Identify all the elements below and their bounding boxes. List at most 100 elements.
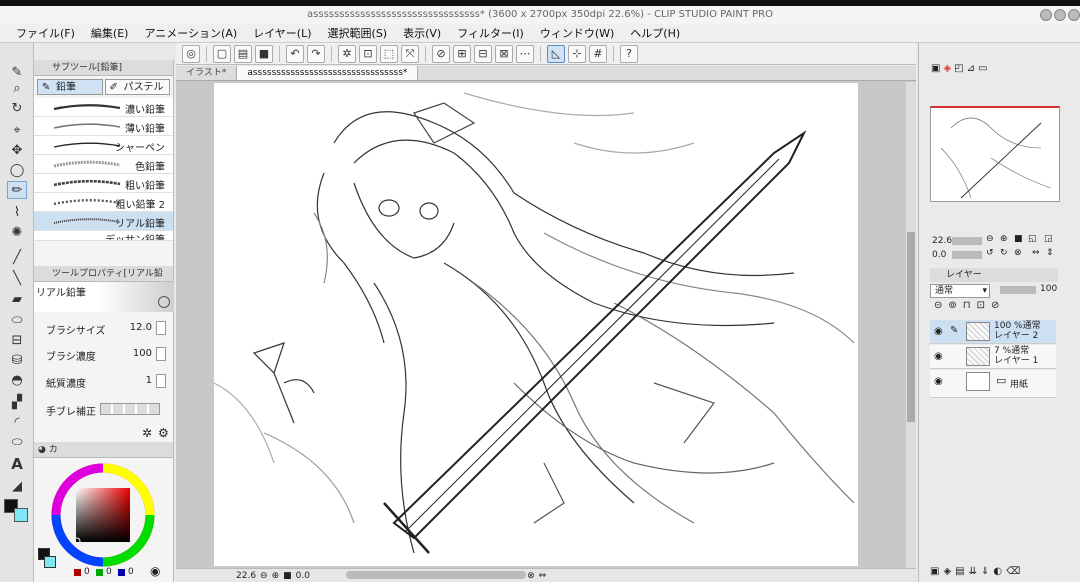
figure-icon[interactable]: ⬭: [7, 433, 27, 451]
zoom-icon[interactable]: ⌕: [7, 79, 27, 97]
menu-layer[interactable]: レイヤー(L): [245, 24, 319, 42]
drawing-canvas[interactable]: [214, 83, 858, 566]
blend-tool-icon[interactable]: ⬭: [7, 311, 27, 329]
clip-studio-icon[interactable]: ◎: [182, 44, 200, 63]
reset-rotation-icon[interactable]: ⊗: [527, 571, 535, 581]
decoration-tool-icon[interactable]: ✺: [7, 223, 27, 241]
selection-border-icon[interactable]: ⊠: [495, 44, 513, 63]
new-folder-icon[interactable]: ▤: [955, 566, 964, 580]
rotate-icon[interactable]: ↻: [7, 99, 27, 117]
opacity-slider[interactable]: [1000, 286, 1036, 294]
undo-icon[interactable]: ↶: [286, 44, 304, 63]
new-vector-layer-icon[interactable]: ◈: [943, 566, 951, 580]
lock-alpha-icon[interactable]: ⊡: [977, 300, 985, 316]
brush-item[interactable]: 薄い鉛筆: [34, 117, 173, 136]
lock-icon[interactable]: ⊓: [963, 300, 971, 316]
fill-icon[interactable]: ⬚: [380, 44, 398, 63]
drops-icon[interactable]: ◓: [7, 371, 27, 389]
save-icon[interactable]: ■: [255, 44, 273, 63]
zoom-in-icon[interactable]: ⊕: [1000, 234, 1008, 244]
stabilization-slider[interactable]: [100, 403, 160, 415]
menu-filter[interactable]: フィルター(I): [449, 24, 532, 42]
color-wheel[interactable]: [50, 462, 156, 568]
palette-icon[interactable]: ◉: [150, 564, 160, 578]
wrench-icon[interactable]: ⚙: [158, 426, 169, 440]
eye-icon[interactable]: ◉: [934, 326, 943, 337]
eye-icon[interactable]: ◉: [934, 376, 943, 387]
mask-icon[interactable]: ◐: [993, 566, 1002, 580]
layer-tab-label[interactable]: レイヤー: [946, 270, 982, 280]
rotate-right-icon[interactable]: ↻: [1000, 248, 1008, 258]
close-button[interactable]: [1068, 9, 1080, 21]
redo-icon[interactable]: ↷: [307, 44, 325, 63]
actual-size-icon[interactable]: ◲: [1044, 234, 1053, 244]
lasso-icon[interactable]: ◯: [7, 161, 27, 179]
crop-icon[interactable]: ⊞: [453, 44, 471, 63]
menu-view[interactable]: 表示(V): [395, 24, 449, 42]
blend-mode-select[interactable]: 通常 ▾: [930, 284, 990, 298]
brush-item[interactable]: 粗い鉛筆 2: [34, 193, 173, 212]
flip-horizontal-icon[interactable]: ⇔: [1032, 248, 1040, 258]
move-icon[interactable]: ✥: [7, 141, 27, 159]
navigator-zoom[interactable]: 22.6: [932, 236, 952, 246]
canvas-vertical-scrollbar[interactable]: [906, 82, 916, 568]
merge-down-icon[interactable]: ⇓: [981, 566, 989, 580]
material-tab-icon[interactable]: ▭: [978, 63, 987, 79]
layer-property-tab-icon[interactable]: ⊿: [967, 63, 975, 79]
brush-item[interactable]: シャーペン: [34, 136, 173, 155]
rotate-left-icon[interactable]: ↺: [986, 248, 994, 258]
rotation-value[interactable]: 0.0: [296, 571, 310, 581]
navigator-tab-active-icon[interactable]: ◈: [943, 63, 951, 79]
brush-size-value[interactable]: 12.0: [130, 322, 152, 333]
transform-icon[interactable]: ⤧: [401, 44, 419, 63]
menu-help[interactable]: ヘルプ(H): [622, 24, 688, 42]
sub-color-swatch[interactable]: [14, 508, 28, 522]
layer-row[interactable]: ◉ ✎ 100 %通常 レイヤー 2: [930, 320, 1056, 344]
text-tool-icon[interactable]: A: [7, 455, 27, 473]
transfer-down-icon[interactable]: ⇊: [969, 566, 977, 580]
open-file-icon[interactable]: ▤: [234, 44, 252, 63]
balloon-tool-icon[interactable]: ◢: [7, 477, 27, 495]
fit-window-icon[interactable]: ◱: [1028, 234, 1037, 244]
help-icon[interactable]: ?: [620, 44, 638, 63]
navigator-tab-icon[interactable]: ▣: [931, 63, 940, 79]
new-raster-layer-icon[interactable]: ▣: [930, 566, 939, 580]
zoom-out-icon[interactable]: ⊖: [986, 234, 994, 244]
trash-icon[interactable]: ⌫: [1006, 566, 1020, 580]
zoom-value[interactable]: 22.6: [236, 571, 256, 581]
reset-rotation-icon[interactable]: ⊗: [1014, 248, 1022, 258]
zoom-out-icon[interactable]: ⊖: [260, 571, 268, 581]
paper-texture-value[interactable]: 1: [146, 375, 152, 386]
settings-icon[interactable]: [158, 296, 170, 308]
deselect-icon[interactable]: ⊘: [432, 44, 450, 63]
eraser-tool-icon[interactable]: ▰: [7, 290, 27, 308]
navigator-zoom-slider[interactable]: [952, 237, 982, 245]
minimize-button[interactable]: [1040, 9, 1052, 21]
sparkle-icon[interactable]: ✲: [142, 426, 152, 440]
snap-grid-icon[interactable]: ⊹: [568, 44, 586, 63]
menu-file[interactable]: ファイル(F): [8, 24, 83, 42]
paper-texture-stepper[interactable]: [156, 374, 166, 388]
brush-item-selected[interactable]: リアル鉛筆: [34, 212, 173, 231]
maximize-button[interactable]: [1054, 9, 1066, 21]
color-tab-label[interactable]: カ: [49, 445, 58, 455]
layer-row[interactable]: ◉ ▭ 用紙: [930, 370, 1056, 398]
new-file-icon[interactable]: ▢: [213, 44, 231, 63]
menu-window[interactable]: ウィンドウ(W): [532, 24, 622, 42]
snap-special-ruler-icon[interactable]: ⋯: [516, 44, 534, 63]
flip-icon[interactable]: ⇔: [539, 571, 547, 581]
fit-view-icon[interactable]: ■: [1014, 234, 1023, 244]
tab-document-1[interactable]: イラスト*: [176, 66, 238, 80]
fill-bucket-icon[interactable]: ⛁: [7, 351, 27, 369]
rotation-slider[interactable]: [346, 571, 526, 579]
clear-icon[interactable]: ✲: [338, 44, 356, 63]
brush-size-stepper[interactable]: [156, 321, 166, 335]
fit-icon[interactable]: ■: [283, 571, 292, 581]
opacity-value[interactable]: 100: [1040, 284, 1057, 294]
pencil-tool-icon[interactable]: ✏: [7, 181, 27, 199]
reference-icon[interactable]: ⊚: [948, 300, 956, 316]
sub-view-tab-icon[interactable]: ◰: [954, 63, 963, 79]
sub-color-chip[interactable]: [44, 556, 56, 568]
frame-icon[interactable]: ◜: [7, 413, 27, 431]
marker-tool-icon[interactable]: ╲: [7, 269, 27, 287]
